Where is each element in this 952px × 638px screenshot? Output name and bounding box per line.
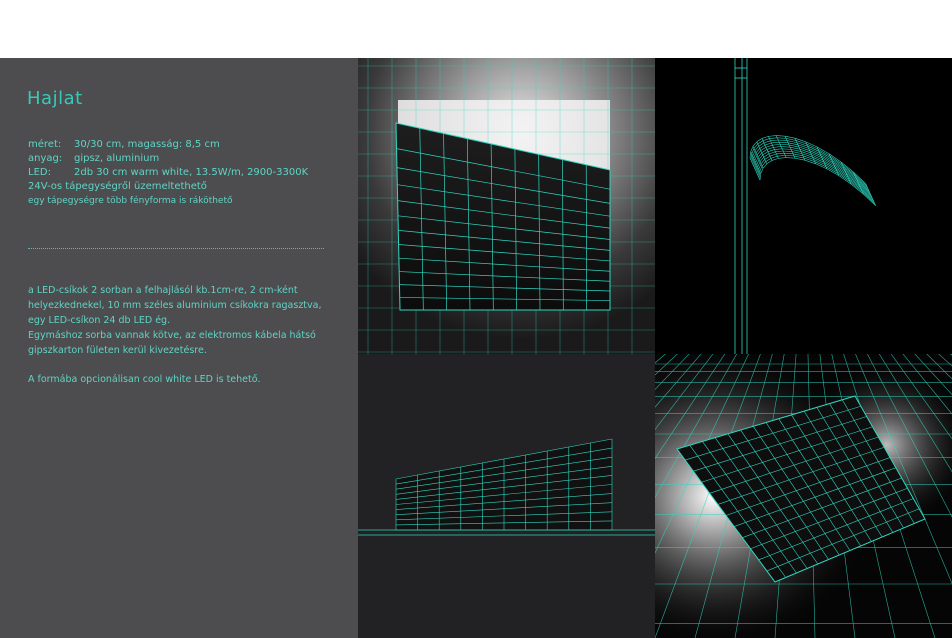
spec-note: egy tápegységre több fényforma is ráköth… <box>28 196 233 206</box>
front-elevation-wireframe <box>358 354 655 638</box>
product-title: Hajlat <box>27 88 83 109</box>
spec-label: méret: <box>28 139 62 150</box>
option-note: A formába opcionálisan cool white LED is… <box>28 374 261 385</box>
front-perspective-render <box>358 58 655 354</box>
description-line: Egymáshoz sorba vannak kötve, az elektro… <box>28 330 316 341</box>
description-line: a LED-csíkok 2 sorban a felhajlásól kb.1… <box>28 285 298 296</box>
spec-value: 30/30 cm, magasság: 8,5 cm <box>74 139 220 150</box>
spec-label: LED: <box>28 167 51 178</box>
spec-row: LED: 2db 30 cm warm white, 13.5W/m, 2900-… <box>28 166 308 180</box>
side-profile-wireframe <box>655 58 952 354</box>
spec-value: gipsz, aluminium <box>74 153 160 164</box>
spec-row: anyag: gipsz, aluminium <box>28 152 159 166</box>
floor-perspective-render <box>655 354 952 638</box>
spec-note: 24V-os tápegységről üzemeltethető <box>28 181 207 192</box>
description: a LED-csíkok 2 sorban a felhajlásól kb.1… <box>28 283 338 387</box>
description-line: egy LED-csíkon 24 db LED ég. <box>28 315 171 326</box>
spec-value: 2db 30 cm warm white, 13.5W/m, 2900-3300… <box>74 167 309 178</box>
info-panel: Hajlat méret: 30/30 cm, magasság: 8,5 cm … <box>0 58 358 638</box>
description-line: gipszkarton fületen kerül kivezetésre. <box>28 345 207 356</box>
description-line: helyezkednekel, 10 mm széles aluminium c… <box>28 300 322 311</box>
spec-row: méret: 30/30 cm, magasság: 8,5 cm <box>28 138 220 152</box>
spec-label: anyag: <box>28 153 63 164</box>
dotted-separator <box>28 248 324 249</box>
